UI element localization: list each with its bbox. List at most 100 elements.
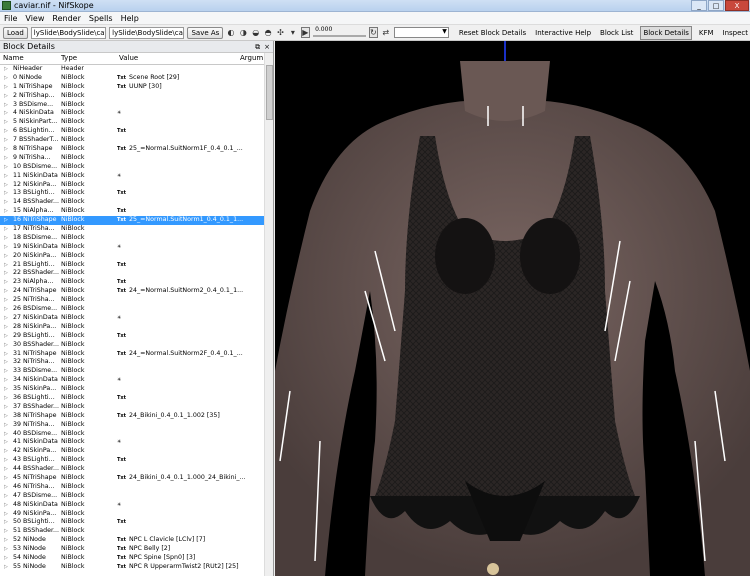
expand-arrow-icon[interactable]: ▷: [4, 269, 8, 278]
block-row[interactable]: ▷ 2 NiTriShap... NiBlock: [0, 92, 273, 101]
loop-icon[interactable]: ↻: [368, 27, 379, 38]
expand-arrow-icon[interactable]: ▷: [4, 181, 8, 190]
block-row[interactable]: ▷ 19 NiSkinData NiBlock ✳: [0, 243, 273, 252]
expand-arrow-icon[interactable]: ▷: [4, 74, 8, 83]
block-row[interactable]: ▷ 31 NiTriShape NiBlock Txt 24_=Normal.SuitN…: [0, 350, 273, 359]
menu-help[interactable]: Help: [117, 14, 143, 23]
block-row[interactable]: ▷ 20 NiSkinPa... NiBlock: [0, 252, 273, 261]
block-row[interactable]: ▷ 21 BSLighti... NiBlock Txt: [0, 261, 273, 270]
interactive-help-button[interactable]: Interactive Help: [533, 27, 593, 39]
expand-arrow-icon[interactable]: ▷: [4, 172, 8, 181]
block-row[interactable]: ▷ 35 NiSkinPa... NiBlock: [0, 385, 273, 394]
expand-arrow-icon[interactable]: ▷: [4, 492, 8, 501]
expand-arrow-icon[interactable]: ▷: [4, 447, 8, 456]
block-row[interactable]: ▷ 15 NiAlpha... NiBlock Txt: [0, 207, 273, 216]
expand-arrow-icon[interactable]: ▷: [4, 527, 8, 536]
expand-arrow-icon[interactable]: ▷: [4, 465, 8, 474]
block-row[interactable]: ▷ 32 NiTriSha... NiBlock: [0, 358, 273, 367]
menu-view[interactable]: View: [21, 14, 48, 23]
block-row[interactable]: ▷ 11 NiSkinData NiBlock ✳: [0, 172, 273, 181]
block-row[interactable]: ▷ 10 BSDisme... NiBlock: [0, 163, 273, 172]
block-row[interactable]: ▷ 1 NiTriShape NiBlock Txt UUNP [30]: [0, 83, 273, 92]
block-row[interactable]: ▷ 45 NiTriShape NiBlock Txt 24_Bikini_0.4_0.…: [0, 474, 273, 483]
view-user-icon[interactable]: ◓: [263, 28, 272, 37]
expand-arrow-icon[interactable]: ▷: [4, 394, 8, 403]
block-row[interactable]: ▷ 49 NiSkinPa... NiBlock: [0, 510, 273, 519]
block-row[interactable]: ▷ 3 BSDisme... NiBlock: [0, 101, 273, 110]
expand-arrow-icon[interactable]: ▷: [4, 554, 8, 563]
load-path-input[interactable]: lySlide\BodySlide\caviar.nif: [30, 26, 107, 39]
block-row[interactable]: ▷ 22 BSShader... NiBlock: [0, 269, 273, 278]
block-row[interactable]: ▷ 47 BSDisme... NiBlock: [0, 492, 273, 501]
play-icon[interactable]: ▶: [300, 27, 311, 38]
column-value[interactable]: Value: [119, 54, 138, 62]
block-row[interactable]: ▷ 26 BSDisme... NiBlock: [0, 305, 273, 314]
block-row[interactable]: ▷ 50 BSLighti... NiBlock Txt: [0, 518, 273, 527]
block-row[interactable]: ▷ 46 NiTriSha... NiBlock: [0, 483, 273, 492]
block-row[interactable]: ▷ 36 BSLighti... NiBlock Txt: [0, 394, 273, 403]
expand-arrow-icon[interactable]: ▷: [4, 287, 8, 296]
column-argument[interactable]: Argum: [240, 54, 263, 62]
expand-arrow-icon[interactable]: ▷: [4, 207, 8, 216]
block-row[interactable]: ▷ 5 NiSkinPart... NiBlock: [0, 118, 273, 127]
render-viewport[interactable]: [275, 41, 750, 576]
expand-arrow-icon[interactable]: ▷: [4, 358, 8, 367]
expand-arrow-icon[interactable]: ▷: [4, 341, 8, 350]
block-row[interactable]: ▷ 7 BSShaderT... NiBlock: [0, 136, 273, 145]
expand-arrow-icon[interactable]: ▷: [4, 92, 8, 101]
view-dropdown-icon[interactable]: ▾: [288, 28, 297, 37]
expand-arrow-icon[interactable]: ▷: [4, 438, 8, 447]
load-button[interactable]: Load: [3, 26, 28, 39]
maximize-button[interactable]: □: [708, 0, 724, 11]
block-row[interactable]: ▷ 25 NiTriSha... NiBlock: [0, 296, 273, 305]
menu-render[interactable]: Render: [48, 14, 84, 23]
reset-block-details-button[interactable]: Reset Block Details: [457, 27, 528, 39]
expand-arrow-icon[interactable]: ▷: [4, 403, 8, 412]
expand-arrow-icon[interactable]: ▷: [4, 252, 8, 261]
block-row[interactable]: ▷ 52 NiNode NiBlock Txt NPC L Clavicle [LClv…: [0, 536, 273, 545]
expand-arrow-icon[interactable]: ▷: [4, 545, 8, 554]
switch-icon[interactable]: ⇄: [381, 28, 390, 37]
block-row[interactable]: ▷ 9 NiTriSha... NiBlock: [0, 154, 273, 163]
block-row[interactable]: ▷ 33 BSDisme... NiBlock: [0, 367, 273, 376]
expand-arrow-icon[interactable]: ▷: [4, 510, 8, 519]
expand-arrow-icon[interactable]: ▷: [4, 323, 8, 332]
expand-arrow-icon[interactable]: ▷: [4, 189, 8, 198]
expand-arrow-icon[interactable]: ▷: [4, 305, 8, 314]
block-row[interactable]: ▷ 44 BSShader... NiBlock: [0, 465, 273, 474]
expand-arrow-icon[interactable]: ▷: [4, 216, 8, 225]
time-slider[interactable]: 0.000: [313, 26, 366, 39]
block-row[interactable]: ▷ 51 BSShader... NiBlock: [0, 527, 273, 536]
expand-arrow-icon[interactable]: ▷: [4, 83, 8, 92]
block-row[interactable]: ▷ 41 NiSkinData NiBlock ✳: [0, 438, 273, 447]
block-row[interactable]: ▷ 37 BSShader... NiBlock: [0, 403, 273, 412]
block-row[interactable]: ▷ 29 BSLighti... NiBlock Txt: [0, 332, 273, 341]
block-row[interactable]: ▷ 18 BSDisme... NiBlock: [0, 234, 273, 243]
block-row[interactable]: ▷ 17 NiTriSha... NiBlock: [0, 225, 273, 234]
block-row[interactable]: ▷ 28 NiSkinPa... NiBlock: [0, 323, 273, 332]
scrollbar-thumb[interactable]: [266, 65, 273, 120]
expand-arrow-icon[interactable]: ▷: [4, 456, 8, 465]
block-row[interactable]: ▷ 8 NiTriShape NiBlock Txt 25_=Normal.SuitNo…: [0, 145, 273, 154]
expand-arrow-icon[interactable]: ▷: [4, 536, 8, 545]
expand-arrow-icon[interactable]: ▷: [4, 332, 8, 341]
expand-arrow-icon[interactable]: ▷: [4, 65, 8, 74]
column-name[interactable]: Name: [3, 54, 24, 62]
block-row[interactable]: ▷ 0 NiNode NiBlock Txt Scene Root [29]: [0, 74, 273, 83]
kfm-button[interactable]: KFM: [697, 27, 716, 39]
expand-arrow-icon[interactable]: ▷: [4, 376, 8, 385]
block-row[interactable]: ▷ 43 BSLighti... NiBlock Txt: [0, 456, 273, 465]
minimize-button[interactable]: _: [691, 0, 707, 11]
expand-arrow-icon[interactable]: ▷: [4, 350, 8, 359]
expand-arrow-icon[interactable]: ▷: [4, 136, 8, 145]
block-row[interactable]: ▷ 16 NiTriShape NiBlock Txt 25_=Normal.SuitN…: [0, 216, 273, 226]
expand-arrow-icon[interactable]: ▷: [4, 163, 8, 172]
block-row[interactable]: ▷ 54 NiNode NiBlock Txt NPC Spine [Spn0] [3]: [0, 554, 273, 563]
block-row[interactable]: ▷ 4 NiSkinData NiBlock ✳: [0, 109, 273, 118]
save-as-button[interactable]: Save As: [187, 26, 224, 39]
expand-arrow-icon[interactable]: ▷: [4, 127, 8, 136]
animation-select[interactable]: ▼: [394, 27, 449, 38]
expand-arrow-icon[interactable]: ▷: [4, 198, 8, 207]
block-list-button[interactable]: Block List: [598, 27, 635, 39]
expand-arrow-icon[interactable]: ▷: [4, 296, 8, 305]
